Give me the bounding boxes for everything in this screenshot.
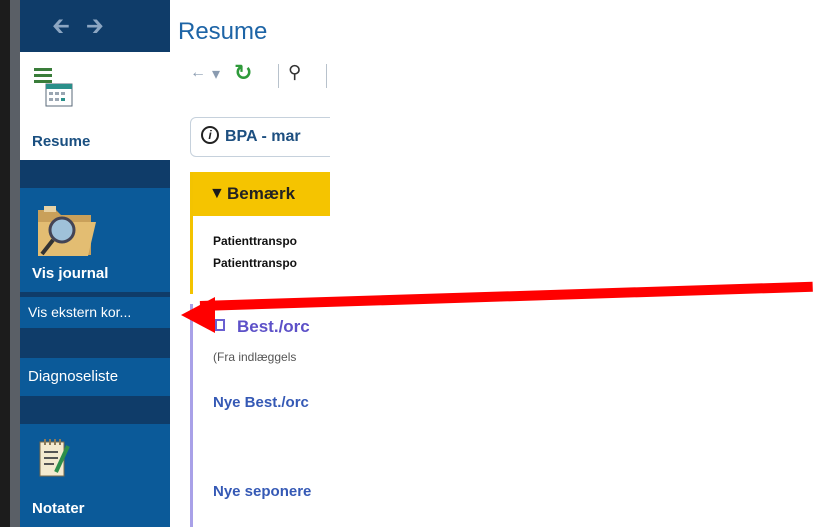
- info-icon: i: [201, 126, 219, 144]
- orders-link[interactable]: Nye Best./orc: [213, 394, 309, 411]
- sidebar-item-resume[interactable]: Resume: [20, 52, 170, 160]
- sidebar-item-label: Resume: [32, 133, 91, 150]
- info-banner[interactable]: i BPA - mar: [190, 117, 330, 157]
- window-frame: [0, 0, 10, 527]
- forward-arrow-icon[interactable]: 🡲: [86, 14, 104, 38]
- warning-line: Patienttranspo: [213, 256, 298, 270]
- warning-title: Bemærk: [227, 184, 296, 203]
- warning-header[interactable]: ▼ Bemærk: [193, 172, 330, 216]
- sidebar-item-diagnoseliste[interactable]: Diagnoseliste: [20, 358, 170, 396]
- back-arrow-icon[interactable]: 🡰: [52, 14, 70, 38]
- warning-line: Patienttranspo: [213, 234, 298, 248]
- chevron-down-icon[interactable]: ▾: [212, 64, 220, 84]
- dropdown-icon[interactable]: [20, 0, 32, 17]
- toolbar-divider: [326, 64, 327, 88]
- orders-subtitle: (Fra indlæggels: [213, 350, 297, 364]
- notes-icon: [39, 439, 70, 477]
- info-text: BPA - mar: [225, 128, 301, 145]
- filter-icon: ▼: [209, 185, 225, 202]
- document-icon: [215, 319, 225, 331]
- sidebar-item-vis-journal[interactable]: Vis journal: [20, 188, 170, 292]
- sidebar: 🡰 🡲 Resume Vis journal Vis ekstern kor..…: [20, 0, 170, 527]
- nav-bar: 🡰 🡲: [20, 0, 170, 52]
- page-title: Resume: [178, 18, 268, 45]
- refresh-icon[interactable]: ↻: [234, 60, 252, 86]
- sidebar-item-notater[interactable]: Notater: [20, 424, 170, 527]
- sidebar-item-label: Vis journal: [32, 265, 109, 282]
- orders-title[interactable]: Best./orc: [237, 317, 310, 337]
- sidebar-item-label: Notater: [32, 500, 85, 517]
- back-icon[interactable]: ←: [190, 64, 206, 82]
- orders-link[interactable]: Nye seponere: [213, 483, 311, 500]
- toolbar-divider: [278, 64, 279, 88]
- warning-card: ▼ Bemærk Patienttranspo Patienttranspo: [190, 172, 330, 294]
- folder-search-icon: [38, 206, 96, 256]
- search-icon[interactable]: ⚲: [288, 62, 301, 83]
- sidebar-item-vis-ekstern[interactable]: Vis ekstern kor...: [20, 297, 170, 328]
- calendar-list-icon: [34, 68, 73, 107]
- toolbar: ← ▾ ↻ ⚲: [190, 60, 330, 88]
- window-gap: [10, 0, 20, 527]
- main-panel: Resume ← ▾ ↻ ⚲ i BPA - mar ▼ Bemærk Pati…: [170, 0, 330, 527]
- annotation-arrow-head: [181, 297, 215, 333]
- orders-card: Best./orc (Fra indlæggels Nye Best./orc …: [190, 304, 330, 527]
